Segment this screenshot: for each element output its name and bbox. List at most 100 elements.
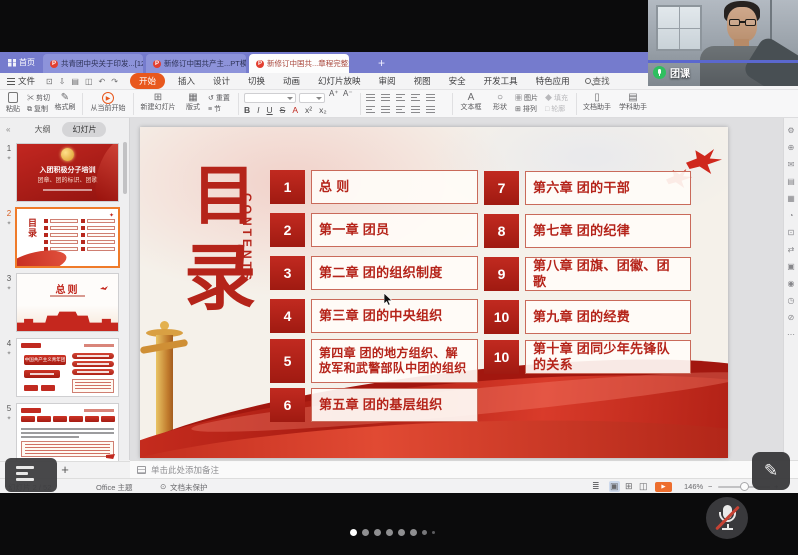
save-icon[interactable]: ⊡ [46, 77, 53, 86]
dot-active[interactable] [350, 529, 357, 536]
document-tab-active[interactable]: P 新修订中国共...章程完整解读 [249, 54, 349, 73]
notes-panel-icon[interactable]: ▤ [787, 177, 795, 186]
menu-item-special-apps[interactable]: 特色应用 [527, 75, 579, 87]
slides-list-overlay-button[interactable] [5, 458, 57, 492]
superscript-button[interactable]: x² [305, 105, 312, 115]
mic-mute-button[interactable] [706, 497, 748, 539]
font-size-select[interactable] [299, 93, 325, 103]
justify-icon[interactable] [411, 106, 420, 114]
italic-button[interactable]: I [257, 105, 259, 115]
preview-icon[interactable]: ◫ [85, 77, 93, 86]
webcam-video-tile[interactable]: 团课 [648, 0, 798, 86]
bullet-list-icon[interactable] [366, 94, 375, 102]
history-icon[interactable]: ◔ [789, 211, 794, 220]
slide-thumbnail-3[interactable]: 总则 [17, 274, 118, 331]
dot[interactable] [398, 529, 405, 536]
menu-item-slideshow[interactable]: 幻灯片放映 [309, 75, 370, 87]
layout-panel-icon[interactable]: ▣ [787, 262, 795, 271]
menu-item-security[interactable]: 安全 [440, 75, 475, 87]
export-panel-icon[interactable]: ⊡ [788, 228, 795, 237]
menu-item-devtools[interactable]: 开发工具 [475, 75, 527, 87]
toc-item[interactable]: 第八章 团旗、团徽、团歌 [525, 257, 691, 291]
media-icon[interactable]: ◉ [788, 279, 795, 288]
panel-scrollbar[interactable] [123, 142, 127, 194]
toc-item[interactable]: 第十章 团同少年先锋队的关系 [525, 340, 691, 374]
zoom-level[interactable]: 146% [684, 482, 703, 491]
annotate-pen-button[interactable]: ✎ [752, 452, 790, 490]
toc-item[interactable]: 第二章 团的组织制度 [311, 256, 478, 290]
slide-thumbnail-1[interactable]: 入团积极分子培训 团章、团的标识、团歌 [17, 144, 118, 201]
share-icon[interactable]: ⇄ [788, 245, 795, 254]
doc-assistant-button[interactable]: ▯ 文档助手 [580, 92, 614, 112]
find-command[interactable]: 查找 [585, 75, 610, 87]
arrange-button[interactable]: ⊞ 排列 [515, 103, 537, 116]
toc-item[interactable]: 第一章 团员 [311, 213, 478, 247]
decrease-font-button[interactable]: A⁻ [343, 87, 353, 100]
section-button[interactable]: ≡ 节 [208, 103, 221, 116]
toc-item[interactable]: 第九章 团的经费 [525, 300, 691, 334]
slide-thumbnail-4[interactable]: 中国共产主义青年团 [17, 339, 118, 396]
dot[interactable] [374, 529, 381, 536]
clock-icon[interactable]: ◷ [788, 296, 795, 305]
redo-icon[interactable]: ↷ [111, 77, 118, 86]
settings-icon[interactable]: ⚙ [787, 126, 794, 135]
toc-item[interactable]: 第六章 团的干部 [525, 171, 691, 205]
menu-item-view[interactable]: 视图 [405, 75, 440, 87]
strikethrough-button[interactable]: S [280, 105, 286, 115]
collapse-panel-button[interactable]: « [0, 125, 16, 134]
slide-canvas[interactable]: 目 录 CONTENTS 1 总 则 2 第一章 团员 3 第二章 团的组织制度 [140, 127, 728, 458]
normal-view-icon[interactable]: ▣ [609, 481, 620, 492]
dot[interactable] [386, 529, 393, 536]
dot[interactable] [410, 529, 417, 536]
notes-bar[interactable]: 单击此处添加备注 [130, 460, 798, 478]
new-slide-button[interactable]: ⊞ 新建幻灯片 [137, 92, 179, 112]
copy-button[interactable]: ⧉ 复制 [27, 103, 48, 116]
menu-item-review[interactable]: 审阅 [370, 75, 405, 87]
slide-thumbnail-5[interactable] [17, 404, 118, 461]
slide-sorter-icon[interactable]: ⊞ [625, 481, 633, 492]
menu-item-home[interactable]: 开始 [130, 73, 165, 89]
line-spacing-icon[interactable] [426, 94, 435, 102]
play-from-current-button[interactable]: ▶ 从当前开始 [86, 92, 130, 113]
increase-font-button[interactable]: A⁺ [329, 87, 339, 100]
protection-status[interactable]: 文档未保护 [170, 482, 208, 493]
underline-button[interactable]: U [267, 105, 273, 115]
toc-item[interactable]: 总 则 [311, 170, 478, 204]
dot[interactable] [422, 530, 427, 535]
menu-item-animation[interactable]: 动画 [274, 75, 309, 87]
align-center-icon[interactable] [381, 106, 390, 114]
export-icon[interactable]: ⇩ [59, 77, 66, 86]
document-tab-2[interactable]: P 新修订中国共产主...PT模板.pdf [146, 54, 246, 73]
menu-item-insert[interactable]: 插入 [169, 75, 204, 87]
dot[interactable] [362, 529, 369, 536]
theme-name[interactable]: Office 主题 [96, 482, 133, 493]
file-menu[interactable]: 文件 [0, 75, 42, 87]
notes-toggle-icon[interactable]: ≣ [592, 481, 600, 492]
print-icon[interactable]: ▤ [71, 77, 79, 86]
more-icon[interactable]: ⋯ [787, 330, 795, 339]
undo-icon[interactable]: ↶ [99, 77, 106, 86]
layout-button[interactable]: ▦ 版式 [181, 92, 205, 112]
reading-view-icon[interactable]: ◫ [639, 481, 648, 492]
page-indicator-dots[interactable] [350, 529, 435, 536]
align-left-icon[interactable] [366, 106, 375, 114]
tab-slides[interactable]: 幻灯片 [62, 122, 106, 137]
zoom-slider-knob[interactable] [740, 482, 749, 491]
decrease-indent-icon[interactable] [396, 94, 405, 102]
home-tab[interactable]: 首页 [0, 52, 43, 73]
shapes-button[interactable]: ○ 形状 [488, 92, 512, 112]
new-tab-button[interactable]: + [378, 56, 385, 70]
textbox-button[interactable]: A 文本框 [456, 92, 486, 112]
font-color-button[interactable]: A [292, 105, 298, 115]
zoom-out-button[interactable]: − [708, 482, 712, 491]
paste-button[interactable]: 粘贴 [2, 92, 24, 114]
menu-item-transition[interactable]: 切换 [239, 75, 274, 87]
chart-panel-icon[interactable]: ▦ [787, 194, 795, 203]
numbered-list-icon[interactable] [381, 94, 390, 102]
slide-subtitle-contents[interactable]: CONTENTS [240, 193, 254, 343]
toc-item[interactable]: 第五章 团的基层组织 [311, 388, 478, 422]
slide-thumbnail-2-selected[interactable]: 目录 ✦ [17, 209, 118, 266]
toc-item[interactable]: 第四章 团的地方组织、解放军和武警部队中团的组织 [311, 339, 478, 383]
subscript-button[interactable]: x₂ [319, 105, 327, 115]
toc-item[interactable]: 第七章 团的纪律 [525, 214, 691, 248]
